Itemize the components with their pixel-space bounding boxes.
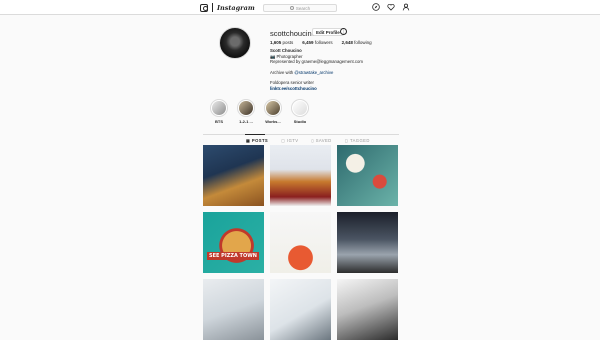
studio-lights-post[interactable] [270,279,331,340]
tab-saved[interactable]: ▯ SAVED [311,138,331,143]
explore-icon[interactable] [372,3,380,11]
studio-room-post[interactable] [203,279,264,340]
posts-count-value: 1,605 [270,40,282,45]
table-spread-post[interactable] [337,145,398,206]
pizza-post-text: SEE PIZZA TOWN [207,252,259,260]
highlight-studio-thumbnail [291,99,309,117]
highlight-121-label: 1-2-1 ... [239,119,253,124]
bio-line-2: Represented by graeme@leggmanagement.com [270,59,363,65]
gear-icon[interactable] [340,28,347,35]
cocktail-post[interactable] [270,212,331,273]
highlight-bts-thumbnail [210,99,228,117]
bio-archive-mention[interactable]: @strawtake_archive [294,70,333,75]
highlight-works-thumbnail [264,99,282,117]
tab-saved-label: SAVED [315,138,332,143]
edit-profile-button[interactable]: Edit Profile [312,28,344,36]
tab-igtv-label: IGTV [287,138,299,143]
followers-count[interactable]: 6,459 followers [302,40,332,45]
highlight-studio-image [293,101,307,115]
search-placeholder: Search [295,5,311,11]
posts-count: 1,605 posts [270,40,293,45]
highlight-works-label: Works... [265,119,281,124]
posts-grid: SEE PIZZA TOWN [203,145,398,340]
search-input[interactable]: Search [263,4,337,12]
profile-bio: Scott Choucino 📷 Photographer Represente… [270,48,363,92]
followers-count-label: followers [314,40,333,45]
active-tab-indicator [245,134,265,135]
following-count[interactable]: 2,648 following [342,40,372,45]
following-count-value: 2,648 [341,40,353,45]
followers-count-value: 6,459 [302,40,314,45]
highlight-bts[interactable]: BTS [210,99,228,124]
nav-icons [372,3,410,11]
profile-icon[interactable] [402,3,410,11]
bio-link[interactable]: linktr.ee/scottchoucino [270,86,363,92]
pancakes-post[interactable] [203,145,264,206]
posts-count-label: posts [282,40,294,45]
instagram-logo[interactable]: Instagram [200,3,255,12]
bio-archive-prefix: Archive with [270,69,294,75]
profile-avatar[interactable] [219,27,251,59]
search-icon [289,6,294,10]
highlight-121[interactable]: 1-2-1 ... [237,99,255,124]
bw-studio-post[interactable] [337,279,398,340]
instagram-glyph-icon [200,3,208,12]
following-count-label: following [354,40,372,45]
highlight-bts-image [212,101,226,115]
workshop-post[interactable] [337,212,398,273]
tab-tagged-label: TAGGED [349,138,370,143]
tab-tagged[interactable]: ◻ TAGGED [345,138,370,143]
highlight-studio-label: Studio [293,119,307,124]
pizza-post[interactable]: SEE PIZZA TOWN [203,212,264,273]
profile-username: scottchoucino [270,29,316,38]
profile-stats: 1,605 posts 6,459 followers 2,648 follow… [270,40,372,45]
top-navigation: Instagram Search [0,0,600,15]
profile-tabs: ▦ POSTS ▢ IGTV ▯ SAVED ◻ TAGGED [246,138,370,143]
story-highlights: BTS 1-2-1 ... Works... Studio [210,99,309,124]
highlight-121-image [239,101,253,115]
highlight-works-image [266,101,280,115]
highlight-works[interactable]: Works... [264,99,282,124]
heart-icon[interactable] [387,3,395,11]
tab-igtv[interactable]: ▢ IGTV [281,138,298,143]
highlight-bts-label: BTS [215,119,223,124]
tab-posts[interactable]: ▦ POSTS [246,138,268,143]
churros-post[interactable] [270,145,331,206]
instagram-wordmark: Instagram [217,3,255,12]
highlight-studio[interactable]: Studio [291,99,309,124]
logo-divider [212,3,213,12]
highlight-121-thumbnail [237,99,255,117]
tabs-divider [203,134,399,135]
tab-posts-label: POSTS [251,138,269,143]
